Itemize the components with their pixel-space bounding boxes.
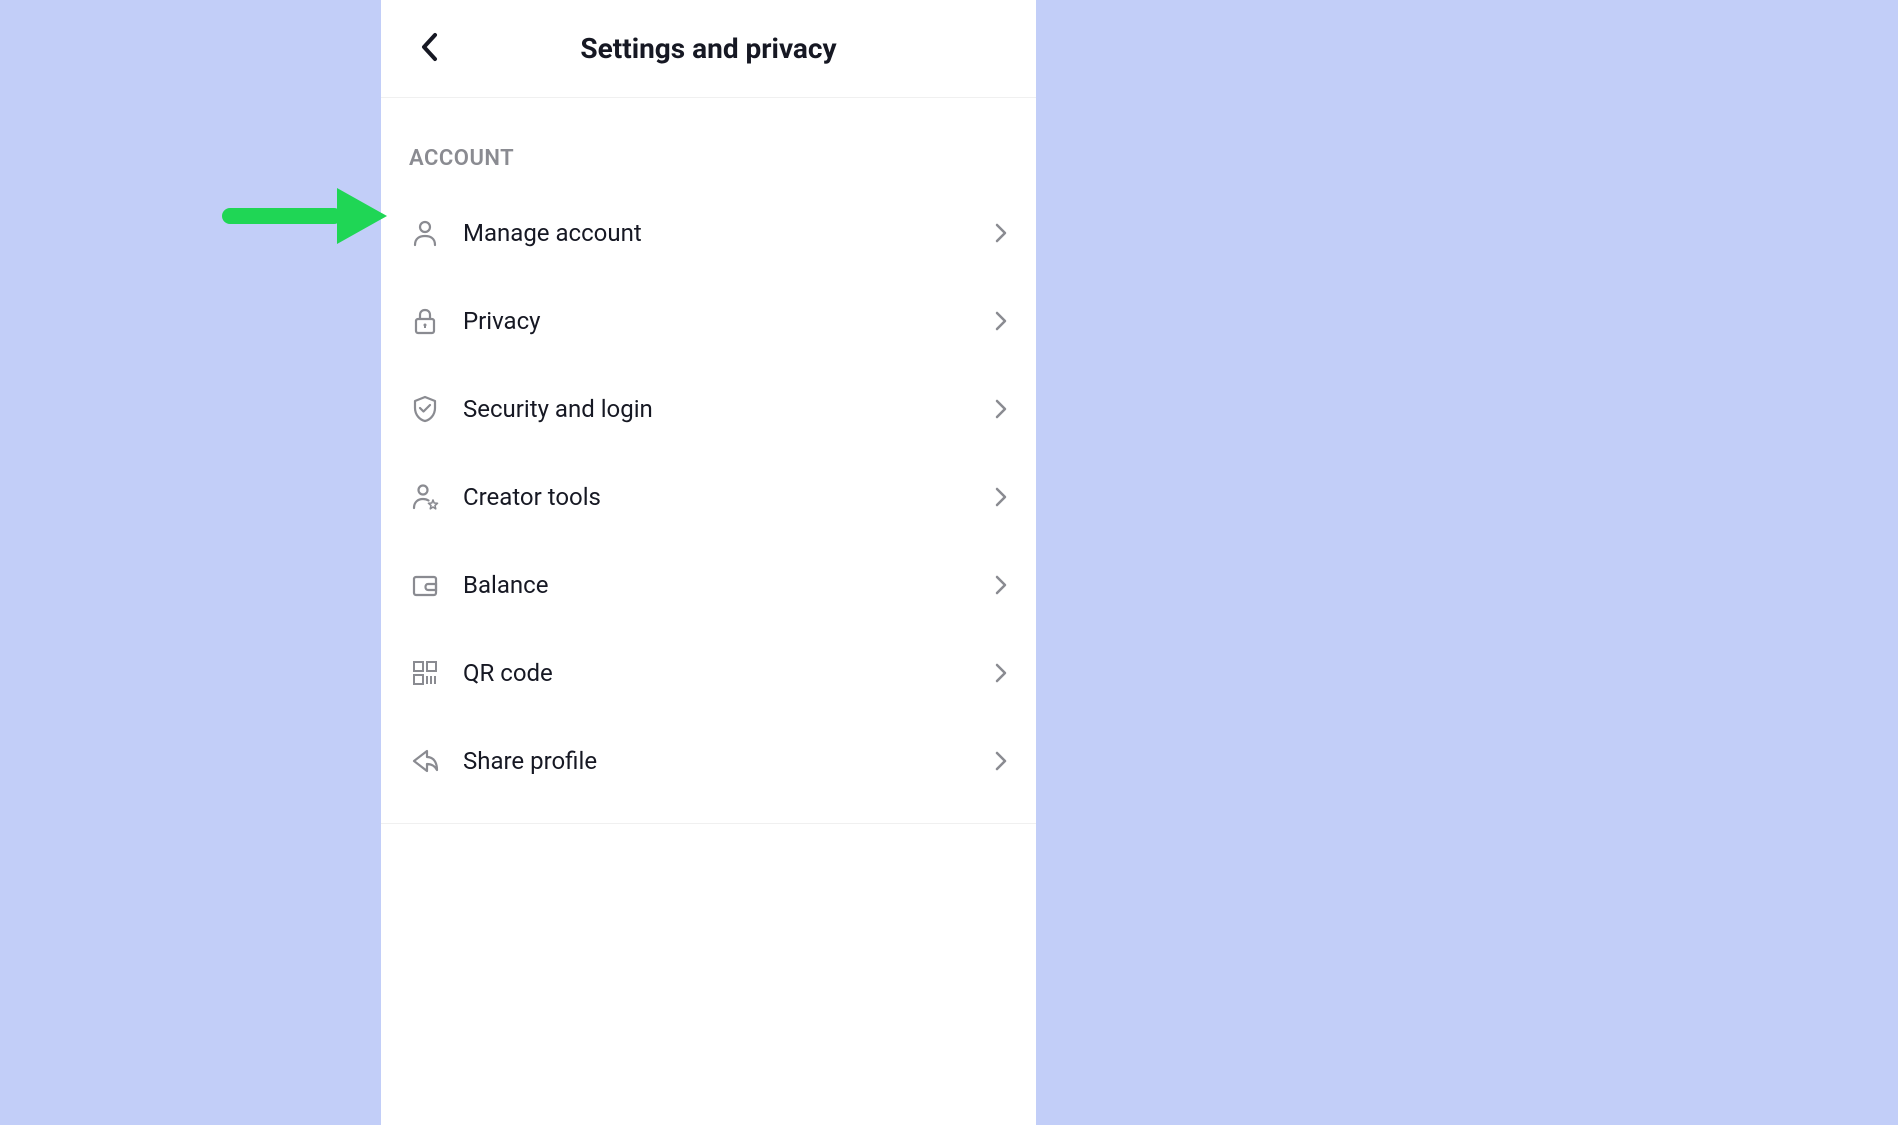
item-label: Share profile	[463, 747, 994, 775]
section-header: ACCOUNT	[381, 98, 1036, 189]
settings-item-share-profile[interactable]: Share profile	[381, 717, 1036, 805]
wallet-icon	[409, 569, 441, 601]
settings-item-privacy[interactable]: Privacy	[381, 277, 1036, 365]
item-label: QR code	[463, 659, 994, 687]
header: Settings and privacy	[381, 0, 1036, 98]
chevron-right-icon	[994, 573, 1008, 597]
chevron-right-icon	[994, 661, 1008, 685]
item-label: Privacy	[463, 307, 994, 335]
chevron-right-icon	[994, 485, 1008, 509]
settings-item-manage-account[interactable]: Manage account	[381, 189, 1036, 277]
annotation-arrow	[222, 188, 387, 244]
item-label: Balance	[463, 571, 994, 599]
page-title: Settings and privacy	[381, 32, 1036, 65]
qr-code-icon	[409, 657, 441, 689]
chevron-right-icon	[994, 221, 1008, 245]
item-label: Creator tools	[463, 483, 994, 511]
settings-item-balance[interactable]: Balance	[381, 541, 1036, 629]
chevron-right-icon	[994, 309, 1008, 333]
shield-check-icon	[409, 393, 441, 425]
chevron-left-icon	[420, 32, 438, 66]
share-icon	[409, 745, 441, 777]
settings-item-creator-tools[interactable]: Creator tools	[381, 453, 1036, 541]
divider	[381, 823, 1036, 824]
back-button[interactable]	[409, 29, 449, 69]
settings-item-qr-code[interactable]: QR code	[381, 629, 1036, 717]
chevron-right-icon	[994, 397, 1008, 421]
item-label: Security and login	[463, 395, 994, 423]
lock-icon	[409, 305, 441, 337]
item-label: Manage account	[463, 219, 994, 247]
settings-item-security[interactable]: Security and login	[381, 365, 1036, 453]
settings-screen: Settings and privacy ACCOUNT Manage acco…	[381, 0, 1036, 1125]
chevron-right-icon	[994, 749, 1008, 773]
user-icon	[409, 217, 441, 249]
user-star-icon	[409, 481, 441, 513]
